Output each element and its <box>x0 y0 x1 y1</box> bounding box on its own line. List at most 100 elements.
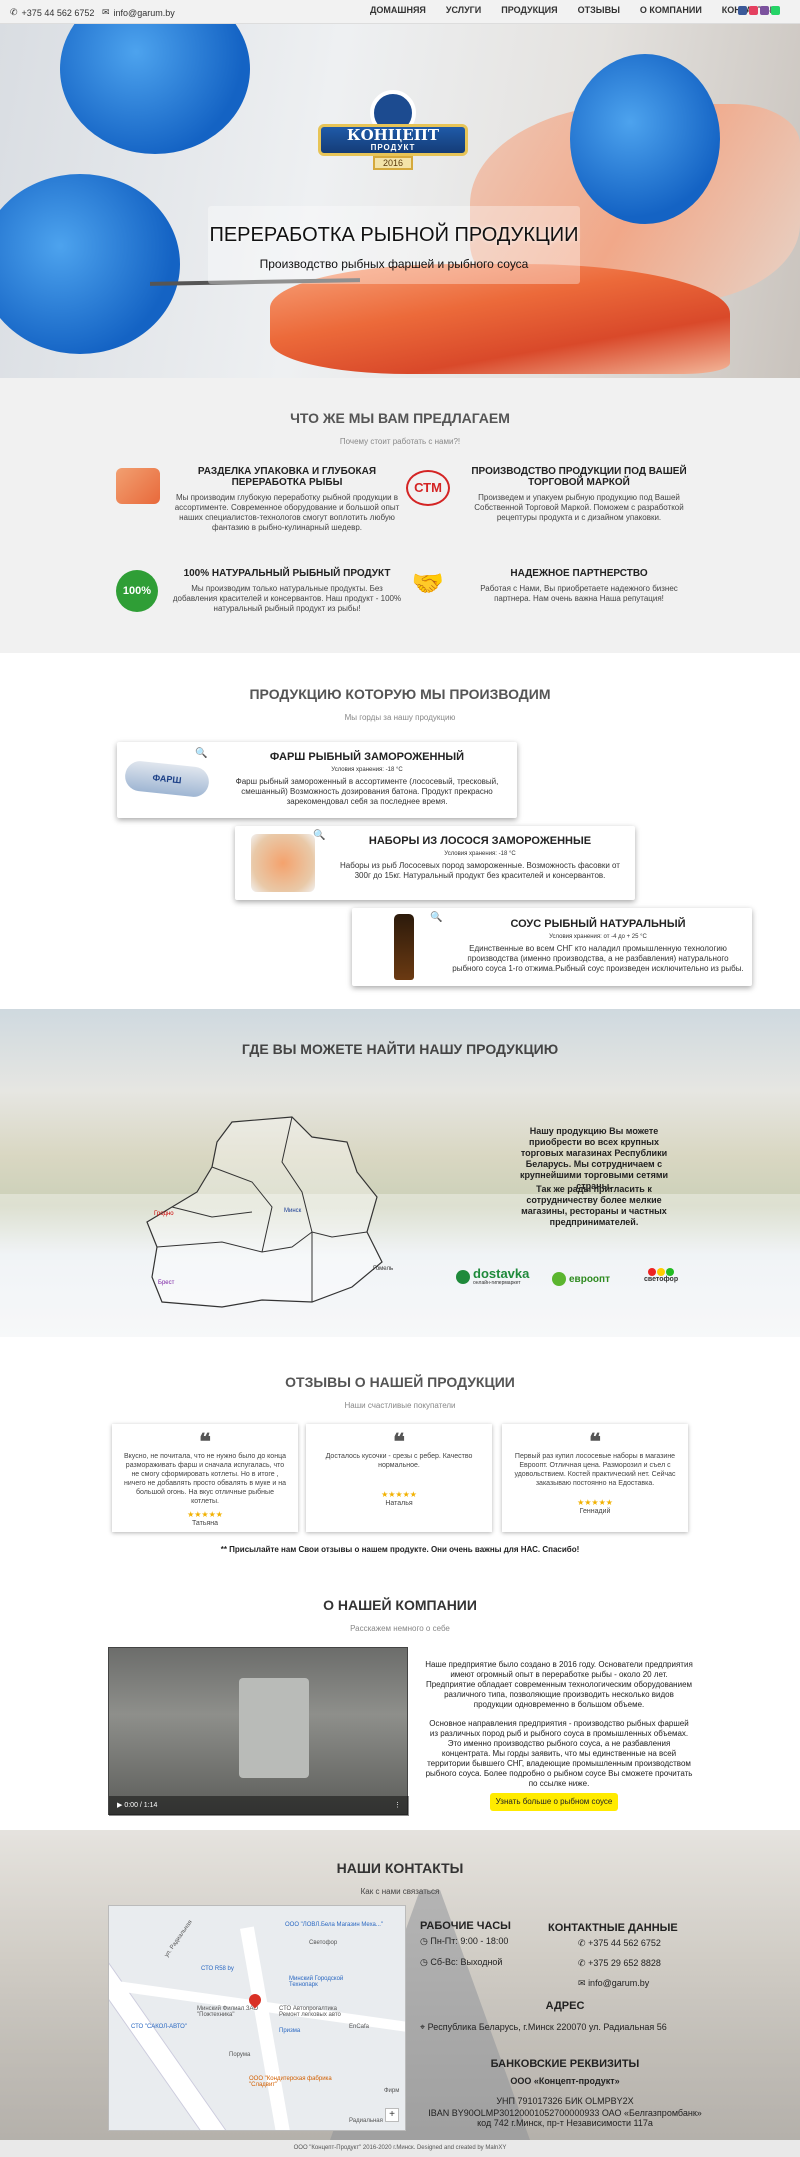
map-label: ООО "ЛОВЛ.Бела Магазин Меха..." <box>285 1922 384 1928</box>
nav-about[interactable]: О КОМПАНИИ <box>640 5 702 15</box>
whatsapp-icon[interactable] <box>771 6 780 15</box>
review-author: Татьяна <box>191 1520 219 1527</box>
review-card: ❝ Вкусно, не почитала, что не нужно было… <box>112 1424 298 1532</box>
about-text: Наше предприятие было создано в 2016 год… <box>425 1660 693 1789</box>
fish-pack-icon <box>116 468 160 504</box>
contact-phone1[interactable]: ✆ +375 44 562 6752 <box>578 1938 698 1949</box>
nav-services[interactable]: УСЛУГИ <box>446 5 481 15</box>
hero-glove-right-icon <box>570 54 720 224</box>
review-text: Вкусно, не почитала, что не нужно было д… <box>123 1453 286 1505</box>
stm-icon: СТМ <box>406 470 450 506</box>
contact-data: КОНТАКТНЫЕ ДАННЫЕ ✆ +375 44 562 6752 ✆ +… <box>548 1922 698 1989</box>
map-label: EnCafa <box>349 2024 370 2030</box>
svetofor-logo-icon <box>644 1268 678 1276</box>
video-time: 0:00 / 1:14 <box>124 1802 158 1809</box>
nav-home[interactable]: ДОМАШНЯЯ <box>370 5 426 15</box>
zoom-plus-icon[interactable]: + <box>385 2108 399 2122</box>
map-marker-icon: ⌖ <box>420 2022 426 2032</box>
city-gomel: Гомель <box>373 1266 394 1272</box>
natural-badge-icon: 100% <box>116 570 158 612</box>
facebook-icon[interactable] <box>738 6 747 15</box>
working-hours: РАБОЧИЕ ЧАСЫ ◷ Пн-Пт: 9:00 - 18:00 ◷ Сб-… <box>420 1920 550 1968</box>
contact-phone1-text: +375 44 562 6752 <box>588 1938 661 1948</box>
rating-stars: ★★★★★ <box>187 1510 223 1519</box>
zoom-icon[interactable]: 🔍 <box>195 748 207 759</box>
nav-products[interactable]: ПРОДУКЦИЯ <box>501 5 557 15</box>
partner-svetofor[interactable]: светофор <box>644 1268 678 1283</box>
quote-icon: ❝ <box>589 1429 601 1454</box>
learn-more-button[interactable]: Узнать больше о рыбном соусе <box>490 1793 618 1811</box>
partner-dostavka[interactable]: dostavka онлайн-гипермаркет <box>456 1267 529 1286</box>
logo-ribbon: КОНЦЕПТ ПРОДУКТ <box>318 124 468 156</box>
city-brest: Брест <box>158 1280 175 1286</box>
map-label: Фирм <box>384 2088 400 2094</box>
location-map[interactable]: ООО "ЛОВЛ.Бела Магазин Меха..." СТО R58 … <box>108 1905 406 2131</box>
hero-title: ПЕРЕРАБОТКА РЫБНОЙ ПРОДУКЦИИ <box>209 224 579 246</box>
product-card-sauce[interactable]: 🔍 СОУС РЫБНЫЙ НАТУРАЛЬНЫЙ Условия хранен… <box>352 908 752 986</box>
about-paragraph-1: Наше предприятие было создано в 2016 год… <box>425 1660 693 1709</box>
mail-icon: ✉ <box>578 1978 586 1988</box>
map-label: СТО "САКОЛ-АВТО" <box>131 2024 187 2030</box>
map-street-label: Радиальная <box>349 2118 383 2124</box>
dostavka-logo-icon <box>456 1270 470 1284</box>
feature-title: 100% НАТУРАЛЬНЫЙ РЫБНЫЙ ПРОДУКТ <box>183 568 391 579</box>
city-grodno: Гродно <box>154 1211 174 1217</box>
address-title: АДРЕС <box>545 2000 585 2012</box>
video-controls[interactable]: ▶ 0:00 / 1:14 ⋮ <box>109 1796 409 1816</box>
feature-text: Мы производим только натуральные продукт… <box>172 584 402 613</box>
quote-icon: ❝ <box>199 1429 211 1454</box>
feature-text: Произведем и упакуем рыбную продукцию по… <box>474 493 684 522</box>
hours-weekend: Сб-Вс: Выходной <box>430 1957 503 1967</box>
bank-details: БАНКОВСКИЕ РЕКВИЗИТЫ ООО «Концепт-продук… <box>420 2058 710 2128</box>
top-phone[interactable]: ✆ +375 44 562 6752 <box>10 7 94 18</box>
rating-stars: ★★★★★ <box>381 1490 417 1499</box>
nav-reviews[interactable]: ОТЗЫВЫ <box>578 5 620 15</box>
sky-overlay <box>0 1194 800 1337</box>
hours-title: РАБОЧИЕ ЧАСЫ <box>420 1920 511 1932</box>
contacts-subtitle: Как с нами связаться <box>0 1887 800 1896</box>
top-email[interactable]: ✉ info@garum.by <box>102 7 175 18</box>
review-card: ❝ Досталось кусочки - срезы с ребер. Кач… <box>306 1424 492 1532</box>
hours-weekdays: Пн-Пт: 9:00 - 18:00 <box>430 1936 509 1946</box>
logo-year: 2016 <box>373 156 413 170</box>
review-author: Наталья <box>385 1500 413 1507</box>
about-title: О НАШЕЙ КОМПАНИИ <box>323 1597 477 1613</box>
play-icon[interactable]: ▶ <box>117 1802 122 1809</box>
viber-icon[interactable] <box>760 6 769 15</box>
where-text-2: Так же рады пригласить к сотрудничеству … <box>521 1184 667 1227</box>
top-email-text: info@garum.by <box>113 7 175 18</box>
contact-phone2[interactable]: ✆ +375 29 652 8828 <box>578 1958 698 1969</box>
video-player[interactable]: ▶ 0:00 / 1:14 ⋮ <box>108 1647 409 1816</box>
contact-email[interactable]: ✉ info@garum.by <box>578 1978 698 1989</box>
evroopt-logo-icon <box>552 1272 566 1286</box>
zoom-icon[interactable]: 🔍 <box>430 912 442 923</box>
product-text: Фарш рыбный замороженный в ассортименте … <box>235 777 499 806</box>
feature-title: ПРОИЗВОДСТВО ПРОДУКЦИИ ПОД ВАШЕЙ ТОРГОВО… <box>471 466 687 488</box>
product-card-mince[interactable]: ФАРШ 🔍 ФАРШ РЫБНЫЙ ЗАМОРОЖЕННЫЙ Условия … <box>117 742 517 818</box>
about-subtitle: Расскажем немного о себе <box>0 1624 800 1633</box>
product-storage: Условия хранения: от -4 до + 25 °С <box>549 934 647 940</box>
phone-icon: ✆ <box>578 1958 586 1968</box>
footer: ООО "Концепт-Продукт" 2016-2020 г.Минск.… <box>0 2140 800 2157</box>
offer-subtitle: Почему стоит работать с нами?! <box>0 437 800 446</box>
instagram-icon[interactable] <box>749 6 758 15</box>
product-title: НАБОРЫ ИЗ ЛОСОСЯ ЗАМОРОЖЕННЫЕ <box>368 835 592 847</box>
product-text: Наборы из рыб Лососевых пород замороженн… <box>340 861 620 880</box>
review-text: Первый раз купил лососевые наборы в мага… <box>514 1453 676 1487</box>
hero-subtitle: Производство рыбных фаршей и рыбного соу… <box>259 257 529 271</box>
products-subtitle: Мы горды за нашу продукцию <box>0 713 800 722</box>
map-label: СТО Автопрогалтика Ремонт легковых авто <box>279 2006 341 2018</box>
feature-title: НАДЕЖНОЕ ПАРТНЕРСТВО <box>510 568 648 579</box>
company-logo[interactable]: КОНЦЕПТ ПРОДУКТ 2016 <box>318 90 468 180</box>
handshake-icon: 🤝 <box>411 568 445 598</box>
partner-evroopt[interactable]: евроопт <box>552 1272 610 1286</box>
contact-phone2-text: +375 29 652 8828 <box>588 1958 661 1968</box>
more-icon[interactable]: ⋮ <box>394 1801 401 1809</box>
address-text: Республика Беларусь, г.Минск 220070 ул. … <box>427 2022 667 2032</box>
zoom-icon[interactable]: 🔍 <box>313 830 325 841</box>
mince-pack-image: ФАРШ <box>123 759 211 799</box>
where-text-1: Нашу продукцию Вы можете приобрести во в… <box>519 1126 669 1191</box>
map-label: СТО R58 by <box>201 1966 234 1972</box>
product-card-salmon-sets[interactable]: 🔍 НАБОРЫ ИЗ ЛОСОСЯ ЗАМОРОЖЕННЫЕ Условия … <box>235 826 635 900</box>
map-road <box>109 1906 230 2130</box>
